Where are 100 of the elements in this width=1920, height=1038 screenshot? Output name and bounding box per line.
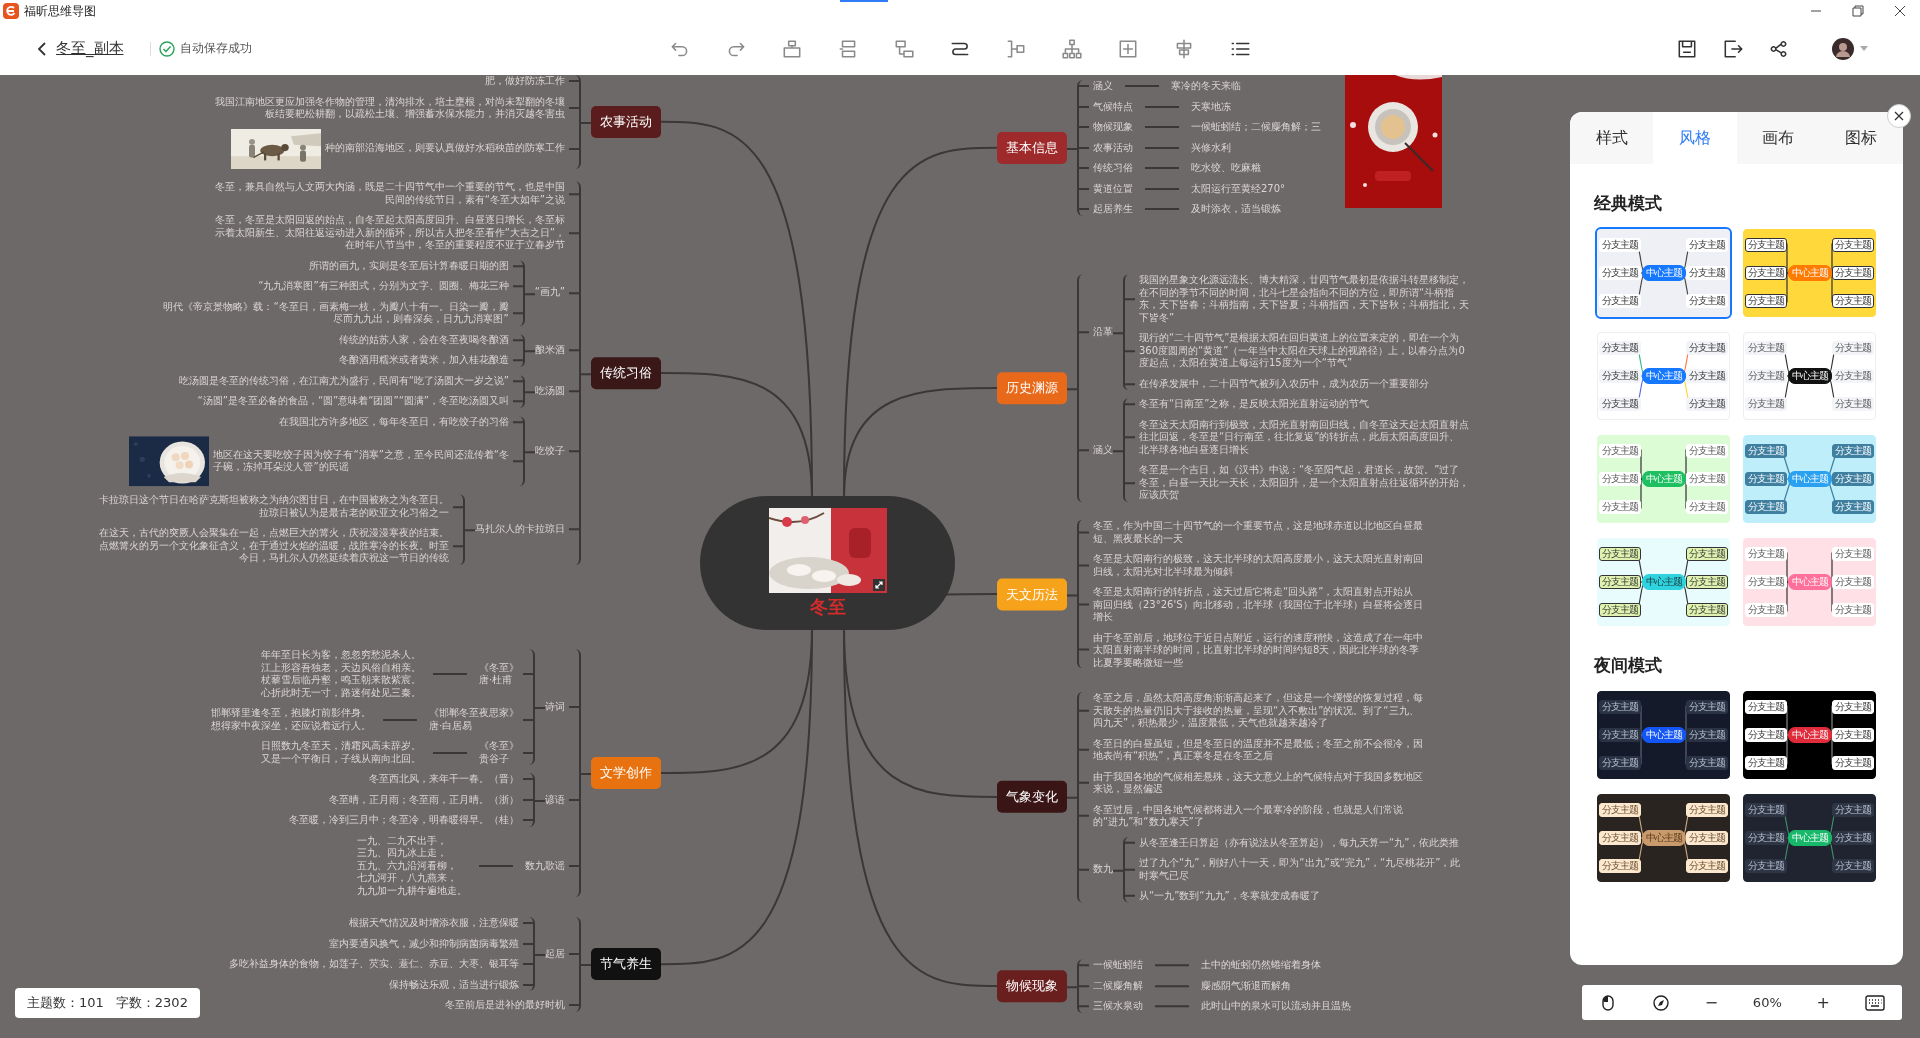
close-icon[interactable]	[1894, 5, 1906, 17]
branch-node[interactable]: 农事活动	[591, 105, 661, 138]
document-title[interactable]: 冬至_副本	[56, 39, 124, 58]
panel-tab[interactable]: 样式	[1570, 112, 1654, 164]
branch-node[interactable]: 基本信息	[997, 131, 1067, 164]
node-text[interactable]: 及时添衣，适当锻炼	[1191, 203, 1281, 216]
branch-node[interactable]: 传统习俗	[591, 357, 661, 389]
node-text[interactable]: 起居	[545, 947, 565, 961]
avatar-icon[interactable]	[1832, 37, 1854, 60]
theme-thumbnail[interactable]: 分支主题 分支主题 分支主题 中心主题 分支主题 分支主题 分支主题	[1743, 691, 1876, 779]
node-text[interactable]: 种的南部沿海地区，则要认真做好水稻秧苗的防寒工作	[325, 142, 565, 155]
node-text[interactable]: 起居养生	[1093, 203, 1133, 216]
branch-node[interactable]: 历史渊源	[997, 372, 1067, 404]
node-text[interactable]: 寒冷的冬天来临	[1171, 80, 1241, 93]
node-text[interactable]: 室内要通风换气，减少和抑制病菌病毒繁殖	[329, 937, 519, 950]
node-text[interactable]: 一九、二九不出手， 三九、四九冰上走， 五九、六九沿河看柳， 七九河开，八九燕来， 九九加一九耕牛遍地走。	[357, 834, 467, 897]
node-text[interactable]: 物候现象	[1093, 121, 1133, 134]
node-text[interactable]: 冬至是太阳南行的转折点，这天过后它将走“回头路”，太阳直射点开始从南回归线（23°26'S）向北移动，北半球（我国位于北半球）白昼将会逐日增长	[1093, 585, 1423, 623]
node-text[interactable]: 涵义	[1093, 80, 1113, 93]
branch-node[interactable]: 文学创作	[591, 757, 661, 789]
node-text[interactable]: 冬至是太阳南行的极致，这天北半球的太阳高度最小，这天太阳光直射南回归线，太阳光对北半球最为倾斜	[1093, 552, 1423, 578]
node-text[interactable]: 酿米酒	[535, 344, 565, 357]
node-text[interactable]: 天寒地冻	[1191, 100, 1231, 113]
node-text[interactable]: 土中的蚯蚓仍然蜷缩着身体	[1201, 959, 1321, 972]
node-text[interactable]: 兴修水利	[1191, 141, 1231, 154]
node-text[interactable]: 太阳运行至黄经270°	[1191, 182, 1286, 195]
node-text[interactable]: 一候蚯蚓结	[1093, 959, 1143, 972]
branch-node[interactable]: 节气养生	[591, 948, 661, 981]
node-text[interactable]: 冬至晴，正月雨；冬至雨，正月晴。（浙）	[329, 793, 519, 806]
node-text[interactable]: 农事活动	[1093, 141, 1133, 154]
node-text[interactable]: 过了九个“九”，刚好八十一天，即为“出九”或“完九”，“九尽桃花开”，此时寒气已尽	[1139, 856, 1469, 882]
node-text[interactable]: 冬至暖，冷到三月中；冬至冷，明春暖得早。（桂）	[289, 814, 519, 827]
node-text[interactable]: “九九消寒图”有三种图式，分别为文字、圆圈、梅花三种	[258, 280, 509, 293]
node-text[interactable]: 我国江南地区更应加强冬作物的管理，清沟排水，培土壅根，对尚未犁翻的冬壤板结要耙松耕翻，以疏松土壤、增强蓄水保水能力，并消灭越冬害虫	[213, 95, 565, 121]
theme-thumbnail[interactable]: 分支主题 分支主题 分支主题 中心主题 分支主题 分支主题 分支主题	[1597, 332, 1730, 420]
node-text[interactable]: 现行的“二十四节气”是根据太阳在回归黄道上的位置来定的，即在一个为360度圆周的“黄道”（一年当中太阳在天球上的视路径）上，以春分点为0度起点，太阳在黄道上每运行15度为一个“节气”	[1139, 332, 1469, 370]
node-text[interactable]: 在我国北方许多地区，每年冬至日，有吃饺子的习俗	[279, 415, 509, 429]
node-text[interactable]: 冬至有“日南至”之称，是反映太阳光直射运动的节气	[1139, 398, 1370, 411]
theme-thumbnail[interactable]: 分支主题 分支主题 分支主题 中心主题 分支主题 分支主题 分支主题	[1743, 229, 1876, 317]
node-text[interactable]: 传统的姑苏人家，会在冬至夜喝冬酿酒	[339, 333, 509, 347]
panel-tab[interactable]: 图标	[1819, 112, 1903, 164]
node-text[interactable]: 吃汤圆	[535, 385, 565, 398]
node-text[interactable]: 冬酿酒用糯米或者黄米，加入桂花酿造	[339, 354, 509, 367]
node-text[interactable]: 在传承发展中，二十四节气被列入农历中，成为农历一个重要部分	[1139, 377, 1429, 391]
branch-node[interactable]: 气象变化	[997, 781, 1067, 813]
node-text[interactable]: 地区在这天要吃饺子因为饺子有“消寒”之意，至今民间还流传着“冬 子碗，冻掉耳朵没人管”的民谣	[213, 448, 509, 474]
node-text[interactable]: 日照数九冬至天，清霜风高未辞岁。 又是一个平衡日，子线从南向北回。	[261, 740, 421, 765]
node-text[interactable]: 邯郸驿里逢冬至，抱膝灯前影伴身。 想得家中夜深坐，还应说着远行人。	[211, 707, 371, 732]
node-text[interactable]: 沿革	[1093, 326, 1113, 339]
node-text[interactable]: 由于我国各地的气候相差悬殊，这天文意义上的气候特点对于我国多数地区来说，显然偏迟	[1093, 770, 1423, 796]
node-text[interactable]: 吃饺子	[535, 444, 565, 458]
theme-thumbnail[interactable]: 分支主题 分支主题 分支主题 中心主题 分支主题 分支主题 分支主题	[1743, 332, 1876, 420]
theme-thumbnail[interactable]: 分支主题 分支主题 分支主题 中心主题 分支主题 分支主题 分支主题	[1743, 435, 1876, 523]
node-text[interactable]: 冬至是一个吉日，如《汉书》中说：“冬至阳气起，君道长，故贺。”过了冬至，白昼一天比一天长，太阳回升，是一个太阳直射点往返循环的开始，应该庆贺	[1139, 464, 1469, 502]
node-text[interactable]: 《邯郸冬至夜思家》 唐·白居易	[429, 707, 519, 732]
node-text[interactable]: 二候麋角解	[1093, 979, 1143, 993]
node-text[interactable]: 涵义	[1093, 443, 1113, 457]
branch-node[interactable]: 物候现象	[997, 970, 1067, 1002]
hierarchy-icon[interactable]	[1061, 37, 1083, 60]
node-text[interactable]: 从冬至逢壬日算起（亦有说法从冬至算起），每九天算一“九”，依此类推	[1139, 836, 1460, 849]
node-text[interactable]: 冬至之后，虽然太阳高度角渐渐高起来了，但这是一个缓慢的恢复过程，每天散失的热量仍旧大于接收的热量，呈现“入不敷出”的状况。到了“三九、四九天”，积热最少，温度最低，天气也就越来越冷了	[1093, 691, 1423, 730]
node-text[interactable]: 诗词	[545, 700, 565, 714]
central-topic[interactable]: 冬至	[700, 496, 955, 630]
zoom-in-button[interactable]: +	[1816, 993, 1830, 1012]
node-text[interactable]: 我国的星象文化源远流长、博大精深，廿四节气最初是依据斗转星移制定，在不同的季节不同的时间，北斗七星会指向不同的方位，即所谓“斗柄指东，天下皆春；斗柄指南，天下皆夏；斗柄指西，天下皆秋；斗柄指北，天下皆冬”	[1139, 274, 1469, 325]
theme-thumbnail[interactable]: 分支主题 分支主题 分支主题 中心主题 分支主题 分支主题 分支主题	[1743, 538, 1876, 626]
node-text[interactable]: 冬至，兼具自然与人文两大内涵，既是二十四节气中一个重要的节气，也是中国民间的传统节日，素有“冬至大如年”之说	[213, 181, 565, 207]
branch-node[interactable]: 天文历法	[997, 578, 1067, 610]
node-text[interactable]: 黄道位置	[1093, 182, 1133, 195]
theme-thumbnail[interactable]: 分支主题 分支主题 分支主题 中心主题 分支主题 分支主题 分支主题	[1597, 538, 1730, 626]
node-text[interactable]: 保持畅达乐观，适当进行锻炼	[389, 978, 519, 991]
compass-icon[interactable]	[1652, 993, 1671, 1012]
node-text[interactable]: 明代《帝京景物略》载：“冬至日，画素梅一枝，为瓣八十有一。日染一瓣，瓣尽而九九出，则春深矣，日九九消寒图”	[156, 300, 509, 326]
node-text[interactable]: 卡拉琼日这个节日在哈萨克斯坦被称之为纳尔图甘日，在中国被称之为冬至日。拉琼日被认为是最古老的欧亚文化习俗之一	[97, 494, 449, 520]
theme-thumbnail[interactable]: 分支主题 分支主题 分支主题 中心主题 分支主题 分支主题 分支主题	[1597, 794, 1730, 882]
node-text[interactable]: 冬至西北风，来年干一春。（晋）	[369, 773, 519, 786]
node-text[interactable]: 所谓的画九，实则是冬至后计算春暖日期的图	[308, 259, 509, 273]
node-text[interactable]: “画九”	[534, 286, 565, 299]
node-text[interactable]: 三候水泉动	[1093, 1000, 1143, 1013]
back-icon[interactable]	[36, 40, 48, 57]
node-text[interactable]: 根据天气情况及时增添衣服，注意保暖	[349, 917, 519, 930]
theme-thumbnail[interactable]: 分支主题 分支主题 分支主题 中心主题 分支主题 分支主题 分支主题	[1597, 229, 1730, 317]
close-button[interactable]	[1887, 104, 1911, 128]
node-text[interactable]: 数九	[1093, 863, 1113, 876]
node-text[interactable]: 气候特点	[1093, 100, 1133, 113]
node-text[interactable]: 数九歌谣	[525, 859, 565, 872]
panel-tab[interactable]: 风格	[1653, 112, 1737, 164]
node-text[interactable]: 马扎尔人的卡拉琼日	[475, 523, 565, 536]
panel-tab[interactable]: 画布	[1736, 112, 1820, 164]
node-text[interactable]: 冬至日的白昼虽短，但是冬至日的温度并不是最低；冬至之前不会很冷，因地表尚有“积热”，真正寒冬是在冬至之后	[1093, 737, 1423, 763]
restore-icon[interactable]	[1852, 5, 1864, 17]
node-text[interactable]: 由于冬至前后，地球位于近日点附近，运行的速度稍快，这造成了在一年中太阳直射南半球的时间，比直射北半球的时间约短8天，因此北半球的冬季比夏季要略微短一些	[1093, 631, 1423, 669]
zoom-out-button[interactable]: −	[1704, 993, 1719, 1012]
node-text[interactable]: 吃水饺、吃麻糍	[1191, 162, 1261, 175]
node-text[interactable]: 年年至日长为客，忽忽穷愁泥杀人。 江上形容吾独老，天边风俗自相亲。 杖藜雪后临丹壑，鸣玉朝来散紫宸。 心折此时无一寸，路迷何处见三秦。	[261, 649, 421, 699]
node-text[interactable]: 传统习俗	[1093, 162, 1133, 175]
node-text[interactable]: 谚语	[545, 793, 565, 806]
theme-thumbnail[interactable]: 分支主题 分支主题 分支主题 中心主题 分支主题 分支主题 分支主题	[1597, 691, 1730, 779]
node-text[interactable]: 一候蚯蚓结；二候麋角解；三	[1191, 121, 1321, 134]
theme-thumbnail[interactable]: 分支主题 分支主题 分支主题 中心主题 分支主题 分支主题 分支主题	[1743, 794, 1876, 882]
